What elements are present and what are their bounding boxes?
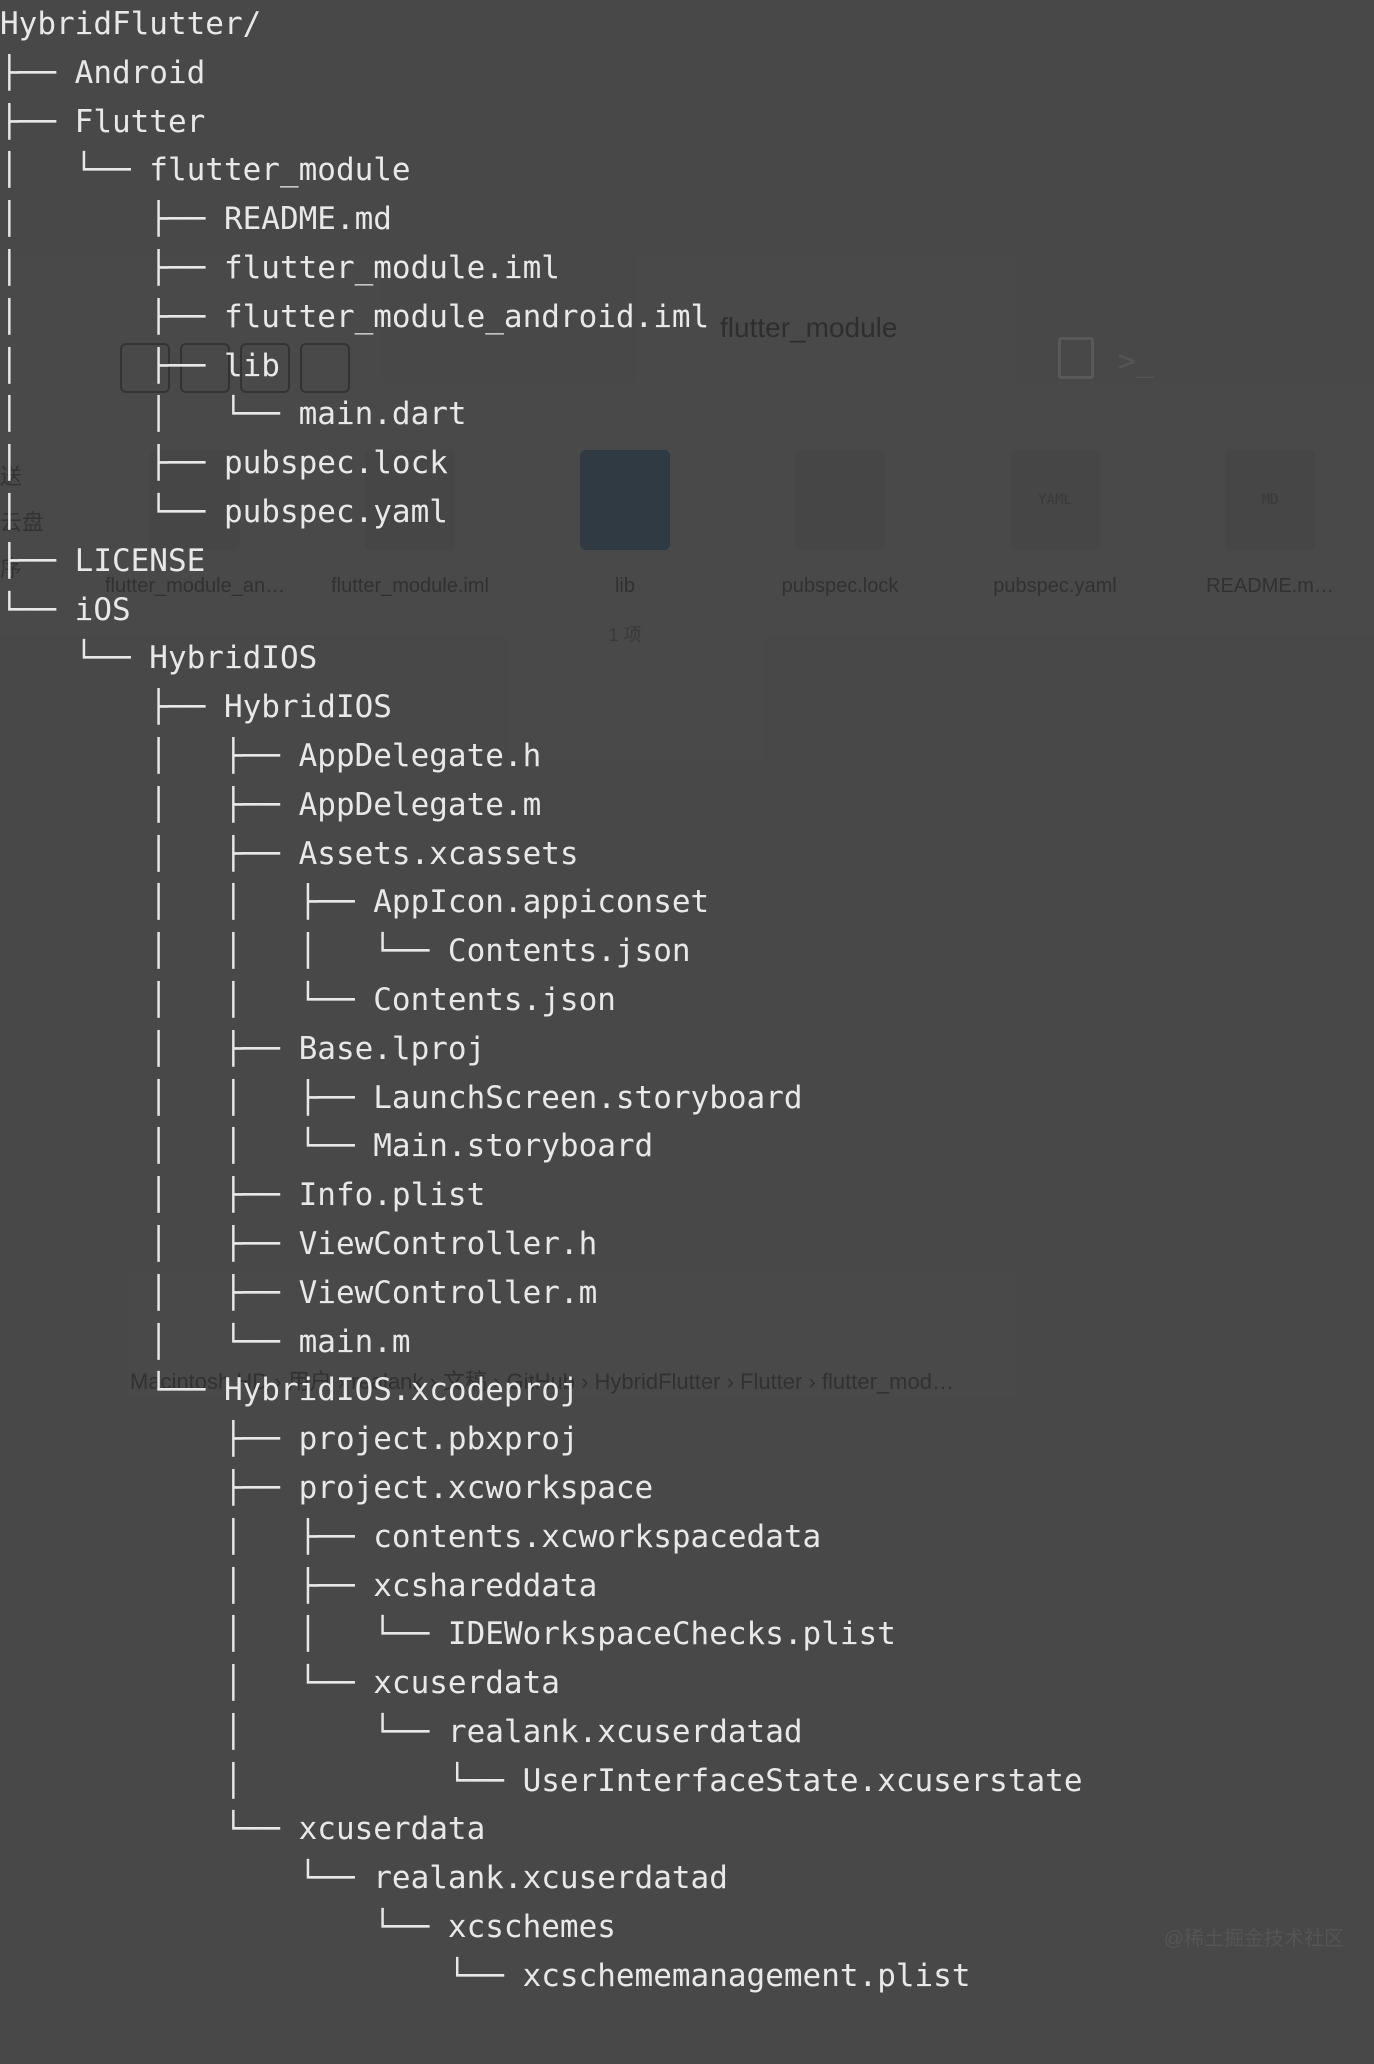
tree-line: ├── Flutter xyxy=(0,98,1374,147)
tree-line: │ │ └── main.dart xyxy=(0,390,1374,439)
tree-line: │ │ └── Main.storyboard xyxy=(0,1122,1374,1171)
tree-line: │ │ ├── LaunchScreen.storyboard xyxy=(0,1074,1374,1123)
tree-line: │ ├── Base.lproj xyxy=(0,1025,1374,1074)
tree-line: │ ├── flutter_module_android.iml xyxy=(0,293,1374,342)
tree-line: └── HybridIOS xyxy=(0,634,1374,683)
tree-line: └── realank.xcuserdatad xyxy=(0,1854,1374,1903)
tree-line: │ ├── AppDelegate.m xyxy=(0,781,1374,830)
watermark: @稀土掘金技术社区 xyxy=(1164,1915,1344,1964)
tree-line: │ │ └── IDEWorkspaceChecks.plist xyxy=(0,1610,1374,1659)
tree-line: │ ├── Info.plist xyxy=(0,1171,1374,1220)
tree-line: │ └── realank.xcuserdatad xyxy=(0,1708,1374,1757)
tree-line: │ └── main.m xyxy=(0,1318,1374,1367)
tree-line: │ └── UserInterfaceState.xcuserstate xyxy=(0,1757,1374,1806)
directory-tree-output: HybridFlutter/├── Android├── Flutter│ └─… xyxy=(0,0,1374,2001)
tree-line: │ ├── Assets.xcassets xyxy=(0,830,1374,879)
tree-line: │ │ │ └── Contents.json xyxy=(0,927,1374,976)
tree-line: │ ├── xcshareddata xyxy=(0,1562,1374,1611)
tree-line: ├── project.pbxproj xyxy=(0,1415,1374,1464)
tree-line: │ │ ├── AppIcon.appiconset xyxy=(0,878,1374,927)
tree-line: ├── LICENSE xyxy=(0,537,1374,586)
tree-line: │ ├── ViewController.m xyxy=(0,1269,1374,1318)
tree-line: ├── HybridIOS xyxy=(0,683,1374,732)
tree-line: └── xcuserdata xyxy=(0,1805,1374,1854)
tree-line: └── iOS xyxy=(0,586,1374,635)
tree-line: │ │ └── Contents.json xyxy=(0,976,1374,1025)
tree-line: └── HybridIOS.xcodeproj xyxy=(0,1366,1374,1415)
tree-line: │ └── flutter_module xyxy=(0,146,1374,195)
tree-line: │ ├── README.md xyxy=(0,195,1374,244)
tree-line: │ └── pubspec.yaml xyxy=(0,488,1374,537)
tree-line: ├── project.xcworkspace xyxy=(0,1464,1374,1513)
tree-line: ├── Android xyxy=(0,49,1374,98)
tree-line: │ ├── lib xyxy=(0,342,1374,391)
tree-line: │ ├── pubspec.lock xyxy=(0,439,1374,488)
tree-line: │ ├── AppDelegate.h xyxy=(0,732,1374,781)
tree-line: HybridFlutter/ xyxy=(0,0,1374,49)
tree-line: │ ├── flutter_module.iml xyxy=(0,244,1374,293)
tree-line: │ ├── contents.xcworkspacedata xyxy=(0,1513,1374,1562)
tree-line: │ └── xcuserdata xyxy=(0,1659,1374,1708)
tree-line: │ ├── ViewController.h xyxy=(0,1220,1374,1269)
